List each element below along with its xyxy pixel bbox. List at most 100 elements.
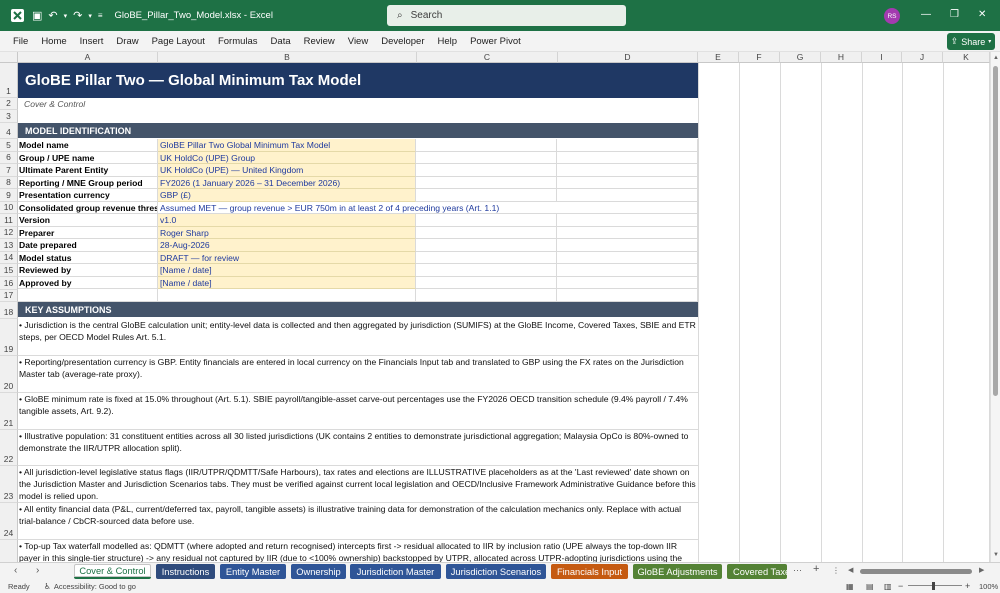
assumption-item[interactable]: • Illustrative population: 31 constituen… [18, 430, 698, 466]
field-label-ultimate-parent[interactable]: Ultimate Parent Entity [18, 164, 158, 177]
save-icon[interactable]: ▣ [32, 9, 42, 22]
empty-cell[interactable] [557, 226, 698, 239]
empty-cell[interactable] [557, 264, 698, 277]
row-header-3[interactable]: 3 [0, 110, 18, 123]
zoom-out-icon[interactable]: − [898, 581, 903, 591]
sheet-tab-instructions[interactable]: Instructions [156, 564, 215, 579]
zoom-slider-thumb[interactable] [932, 582, 935, 590]
empty-cell[interactable] [416, 276, 557, 289]
row-header-5[interactable]: 5 [0, 139, 18, 152]
tab-power-pivot[interactable]: Power Pivot [470, 36, 521, 47]
field-label-model-status[interactable]: Model status [18, 251, 158, 264]
field-value-date-prepared[interactable]: 28-Aug-2026 [158, 239, 416, 252]
empty-cell[interactable] [416, 226, 557, 239]
sheet-tab-jurisdiction-scenarios[interactable]: Jurisdiction Scenarios [446, 564, 546, 579]
tab-scroll-left-icon[interactable]: ‹ [14, 565, 17, 576]
field-value-model-status[interactable]: DRAFT — for review [158, 251, 416, 264]
empty-cell[interactable] [416, 151, 557, 164]
field-label-approved-by[interactable]: Approved by [18, 276, 158, 289]
row-header-9[interactable]: 9 [0, 189, 18, 202]
field-value-group-name[interactable]: UK HoldCo (UPE) Group [158, 151, 416, 164]
field-value-ultimate-parent[interactable]: UK HoldCo (UPE) — United Kingdom [158, 164, 416, 177]
field-value-version[interactable]: v1.0 [158, 214, 416, 227]
scroll-down-icon[interactable]: ▼ [993, 552, 999, 558]
assumption-item[interactable]: • Top-up Tax waterfall modelled as: QDMT… [18, 540, 698, 562]
row-header-20[interactable]: 20 [0, 356, 18, 393]
empty-cell[interactable] [557, 214, 698, 227]
empty-cell[interactable] [416, 164, 557, 177]
empty-cell[interactable] [416, 251, 557, 264]
page-layout-view-icon[interactable]: ▤ [866, 582, 874, 591]
column-header-i[interactable]: I [862, 52, 902, 63]
empty-cell[interactable] [416, 289, 557, 302]
add-sheet-icon[interactable]: + [813, 563, 819, 575]
worksheet-grid[interactable]: GloBE Pillar Two — Global Minimum Tax Mo… [18, 63, 990, 562]
empty-cell[interactable] [416, 189, 557, 202]
user-avatar[interactable]: RS [884, 8, 900, 24]
row-header-13[interactable]: 13 [0, 239, 18, 252]
zoom-in-icon[interactable]: + [965, 581, 970, 591]
row-header-23[interactable]: 23 [0, 466, 18, 503]
assumption-item[interactable]: • GloBE minimum rate is fixed at 15.0% t… [18, 393, 698, 430]
split-handle-icon[interactable]: ⋮ [832, 566, 840, 575]
tab-developer[interactable]: Developer [381, 36, 424, 47]
more-sheets-icon[interactable]: ··· [793, 565, 802, 575]
column-header-a[interactable]: A [18, 52, 158, 63]
sheet-tab-globe-adjustments[interactable]: GloBE Adjustments [633, 564, 722, 579]
row-header-17[interactable]: 17 [0, 290, 18, 302]
model-title-banner[interactable]: GloBE Pillar Two — Global Minimum Tax Mo… [18, 63, 698, 98]
column-header-g[interactable]: G [780, 52, 821, 63]
minimize-icon[interactable]: — [921, 9, 931, 20]
row-header-1[interactable]: 1 [0, 63, 18, 98]
status-accessibility[interactable]: Accessibility: Good to go [54, 582, 136, 591]
empty-cell[interactable] [557, 289, 698, 302]
field-value-reviewed-by[interactable]: [Name / date] [158, 264, 416, 277]
field-label-reviewed-by[interactable]: Reviewed by [18, 264, 158, 277]
row-header-14[interactable]: 14 [0, 252, 18, 264]
sheet-tab-entity-master[interactable]: Entity Master [220, 564, 286, 579]
restore-icon[interactable]: ❐ [950, 9, 959, 20]
redo-icon[interactable]: ↷ [73, 9, 82, 22]
select-all-corner[interactable] [0, 52, 18, 63]
column-header-k[interactable]: K [943, 52, 990, 63]
empty-cell[interactable] [557, 189, 698, 202]
close-icon[interactable]: ✕ [978, 9, 986, 20]
row-header-25[interactable] [0, 540, 18, 562]
field-label-preparer[interactable]: Preparer [18, 226, 158, 239]
assumption-item[interactable]: • Reporting/presentation currency is GBP… [18, 356, 698, 393]
empty-cell[interactable] [416, 176, 557, 189]
assumption-item[interactable]: • Jurisdiction is the central GloBE calc… [18, 319, 698, 356]
row-header-24[interactable]: 24 [0, 503, 18, 540]
tab-draw[interactable]: Draw [116, 36, 138, 47]
accessibility-icon[interactable]: ♿ [44, 582, 51, 591]
zoom-slider[interactable] [908, 585, 962, 586]
section-header-model-identification[interactable]: MODEL IDENTIFICATION [18, 123, 698, 138]
column-header-c[interactable]: C [417, 52, 558, 63]
zoom-level[interactable]: 100% [979, 582, 998, 591]
column-header-h[interactable]: H [821, 52, 862, 63]
share-button[interactable]: ⇪ Share ▾ [947, 33, 995, 50]
column-header-d[interactable]: D [558, 52, 698, 63]
redo-dropdown-icon[interactable]: ▾ [88, 12, 92, 20]
row-header-18[interactable]: 18 [0, 302, 18, 319]
field-label-group-name[interactable]: Group / UPE name [18, 151, 158, 164]
row-header-8[interactable]: 8 [0, 177, 18, 189]
empty-cell[interactable] [416, 214, 557, 227]
scroll-up-icon[interactable]: ▲ [993, 55, 999, 61]
sheet-tab-ownership[interactable]: Ownership [291, 564, 346, 579]
horizontal-scrollbar[interactable]: ◀ ▶ [846, 567, 988, 576]
row-header-6[interactable]: 6 [0, 152, 18, 164]
empty-cell[interactable] [557, 164, 698, 177]
customize-quick-access-icon[interactable]: ≡ [98, 11, 103, 20]
tab-review[interactable]: Review [304, 36, 335, 47]
field-value-preparer[interactable]: Roger Sharp [158, 226, 416, 239]
sheet-tab-jurisdiction-master[interactable]: Jurisdiction Master [350, 564, 441, 579]
undo-icon[interactable]: ↶ [48, 9, 57, 22]
tab-view[interactable]: View [348, 36, 368, 47]
assumption-item[interactable]: • All jurisdiction-level legislative sta… [18, 466, 698, 503]
sheet-tab-cover-control[interactable]: Cover & Control [74, 564, 151, 579]
row-header-2[interactable]: 2 [0, 98, 18, 110]
field-label-revenue-threshold[interactable]: Consolidated group revenue thres [18, 201, 158, 214]
empty-cell[interactable] [416, 264, 557, 277]
assumption-item[interactable]: • All entity financial data (P&L, curren… [18, 503, 698, 540]
